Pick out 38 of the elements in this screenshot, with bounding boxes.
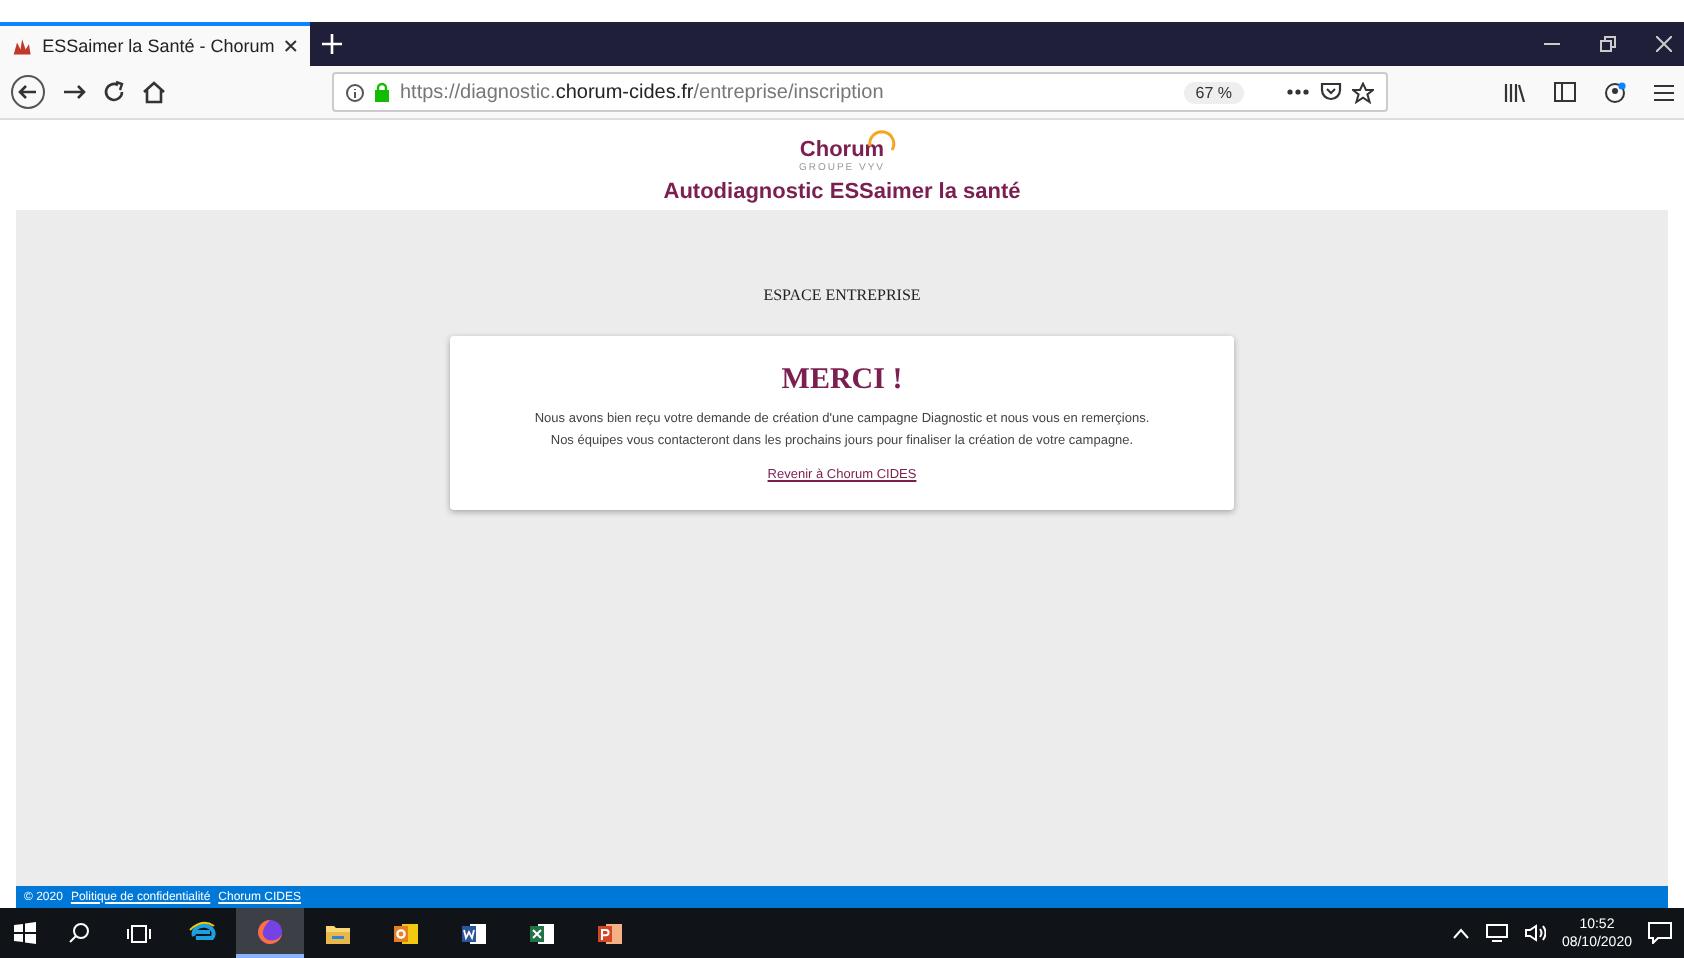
task-view-icon[interactable] [125,923,151,943]
close-icon[interactable] [284,38,298,54]
search-icon[interactable] [67,922,89,944]
windows-icon[interactable] [13,922,35,944]
flame-icon [12,36,33,56]
pocket-icon[interactable] [1320,82,1342,102]
section-title: ESPACE ENTREPRISE [763,286,921,304]
sidebar-icon[interactable] [1554,82,1576,102]
padlock-icon [374,82,390,102]
tab-title: ESSaimer la Santé - Chorum [42,36,275,56]
url-text: https://diagnostic.chorum-cides.fr/entreprise/inscription [400,81,886,103]
fox-globe-icon[interactable] [256,917,284,945]
restore-icon[interactable] [1600,36,1616,52]
mail-app-icon[interactable] [392,919,420,947]
browser-tab[interactable]: ESSaimer la Santé - Chorum [0,22,310,66]
logo-text: Chorum [799,138,885,162]
speaker-icon[interactable] [1523,924,1546,942]
notification-icon[interactable] [1648,922,1672,944]
site-title: Autodiagnostic ESSaimer la santé [663,180,1021,204]
library-icon[interactable] [1504,82,1526,102]
document-app-icon[interactable] [460,919,488,947]
info-icon [346,83,364,101]
home-icon[interactable] [142,80,166,104]
spreadsheet-app-icon[interactable] [528,919,556,947]
account-icon[interactable] [1604,81,1626,103]
address-bar[interactable]: https://diagnostic.chorum-cides.fr/entreprise/inscription 67 % [332,72,1388,112]
forward-icon[interactable] [62,80,86,104]
card-heading: MERCI ! [781,364,903,398]
more-icon[interactable] [1286,88,1310,96]
back-icon[interactable] [10,74,46,110]
star-icon[interactable] [1352,81,1374,103]
presentation-app-icon[interactable] [596,919,624,947]
zoom-badge[interactable]: 67 % [1183,81,1244,103]
new-tab-icon[interactable] [322,34,342,54]
menu-icon[interactable] [1654,83,1674,101]
reload-icon[interactable] [102,80,126,104]
network-icon[interactable] [1485,924,1508,942]
chevron-up-icon[interactable] [1451,927,1470,939]
